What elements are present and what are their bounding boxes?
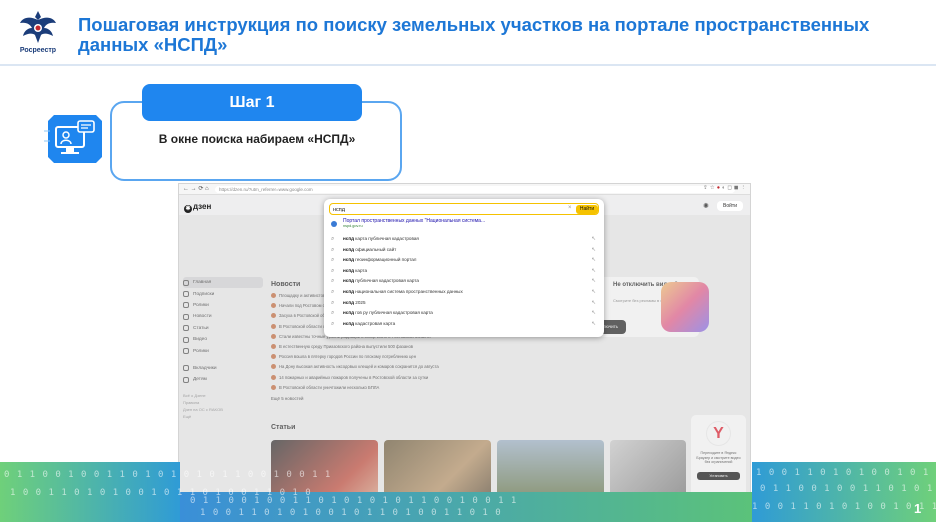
eagle-emblem-icon xyxy=(20,11,56,43)
search-icon: ⌕ xyxy=(331,288,335,295)
login-button[interactable]: Войти xyxy=(717,201,743,211)
step-badge: Шаг 1 xyxy=(142,84,362,121)
suggestion-item[interactable]: ⌕ нспд геоинформационный портал ↖ xyxy=(329,255,599,266)
arrow-up-left-icon[interactable]: ↖ xyxy=(591,308,596,319)
suggestion-item[interactable]: ⌕ нспд гов ру публичная кадастровая карта… xyxy=(329,308,599,319)
suggestion-completion: карта xyxy=(354,267,368,273)
search-input[interactable] xyxy=(333,205,563,214)
search-icon: ⌕ xyxy=(331,320,335,327)
rosreestr-logo: Росреестр xyxy=(12,8,64,58)
suggestion-completion: национальная система пространственных да… xyxy=(354,288,463,294)
search-icon: ⌕ xyxy=(331,278,335,285)
page-number: 1 xyxy=(914,501,922,516)
suggestion-item[interactable]: ⌕ нспд карта публичная кадастровая ↖ xyxy=(329,234,599,245)
suggestion-query: нспд xyxy=(343,299,355,305)
suggestion-query: нспд xyxy=(343,288,355,294)
suggestion-query: нспд xyxy=(343,246,355,252)
arrow-up-left-icon[interactable]: ↖ xyxy=(591,255,596,266)
search-icon: ⌕ xyxy=(331,299,335,306)
footer-decoration: 0 1 1 0 0 1 0 0 1 1 0 1 0 1 0 1 0 1 1 0 … xyxy=(0,462,936,522)
arrow-up-left-icon[interactable]: ↖ xyxy=(591,287,596,298)
suggestion-query: нспд xyxy=(343,267,355,273)
arrow-up-left-icon[interactable]: ↖ xyxy=(591,245,596,256)
binary-pattern: 0 1 1 0 0 1 0 0 1 1 0 1 0 1 0 1 0 1 1 0 … xyxy=(4,470,332,480)
binary-pattern: 0 1 1 0 0 1 0 0 1 1 0 1 0 1 0 1 0 1 1 0 … xyxy=(190,496,518,506)
suggestion-text: нспд гов ру публичная кадастровая карта xyxy=(343,308,433,319)
search-icon: ⌕ xyxy=(331,246,335,253)
suggestion-text: нспд кадастровая карта xyxy=(343,319,395,330)
arrow-up-left-icon[interactable]: ↖ xyxy=(591,266,596,277)
suggestion-completion: кадастровая карта xyxy=(354,320,396,326)
gear-icon[interactable]: ✺ xyxy=(703,202,709,210)
search-icon: ⌕ xyxy=(331,267,335,274)
top-suggestion[interactable]: Портал пространственных данных "Национал… xyxy=(329,218,599,232)
arrow-up-left-icon[interactable]: ↖ xyxy=(591,298,596,309)
suggestion-completion: карта публичная кадастровая xyxy=(354,236,419,241)
suggestion-query: нспд xyxy=(343,257,355,263)
suggestion-text: нспд национальная система пространственн… xyxy=(343,287,463,298)
suggestion-item[interactable]: ⌕ нспд карта ↖ xyxy=(329,266,599,277)
slide: Росреестр Пошаговая инструкция по поиску… xyxy=(0,0,936,522)
binary-pattern: 1 0 0 1 1 0 1 0 1 0 0 1 0 1 1 0 1 0 0 1 … xyxy=(752,502,936,512)
address-bar[interactable]: https://dzen.ru/?utm_referrer=www.google… xyxy=(215,186,735,193)
suggestion-item[interactable]: ⌕ нспд 2025 ↖ xyxy=(329,298,599,309)
browser-toolbar: ← → ⟳ ⌂ https://dzen.ru/?utm_referrer=ww… xyxy=(179,184,750,195)
globe-icon xyxy=(331,221,337,227)
browser-nav-icons[interactable]: ← → ⟳ ⌂ xyxy=(183,185,209,192)
suggestion-query: нспд xyxy=(343,320,355,326)
step-description: В окне поиска набираем «НСПД» xyxy=(158,132,356,146)
suggestion-query: нспд xyxy=(343,310,355,316)
suggestion-item[interactable]: ⌕ нспд официальный сайт ↖ xyxy=(329,245,599,256)
page-title: Пошаговая инструкция по поиску земельных… xyxy=(78,14,870,55)
arrow-up-left-icon[interactable]: ↖ xyxy=(591,276,596,287)
suggestion-completion: публичная кадастровая карта xyxy=(354,278,419,284)
search-icon: ⌕ xyxy=(331,257,335,264)
suggestion-text: нспд официальный сайт xyxy=(343,245,396,256)
suggestion-query: нспд xyxy=(343,236,355,241)
suggestion-item[interactable]: ⌕ нспд кадастровая карта ↖ xyxy=(329,319,599,330)
search-button[interactable]: Найти xyxy=(576,205,598,214)
arrow-up-left-icon[interactable]: ↖ xyxy=(591,234,596,245)
search-suggestions-panel: × Найти Портал пространственных данных "… xyxy=(324,199,604,337)
suggestion-completion: геоинформационный портал xyxy=(354,257,417,263)
logo-text: Росреестр xyxy=(19,47,57,54)
search-icon: ⌕ xyxy=(331,310,335,317)
dzen-logo-icon: ✱ xyxy=(184,205,192,213)
header-divider xyxy=(0,64,936,66)
binary-pattern: 1 0 0 1 1 0 1 0 1 0 0 1 0 1 1 0 1 0 0 1 … xyxy=(200,508,502,518)
suggestion-completion: 2025 xyxy=(354,299,366,305)
search-icon: ⌕ xyxy=(331,236,335,242)
dzen-logo[interactable]: ✱ дзен xyxy=(184,202,211,213)
suggestion-text: нспд публичная кадастровая карта xyxy=(343,276,419,287)
search-field[interactable]: × Найти xyxy=(329,203,599,215)
dzen-logo-text: дзен xyxy=(193,202,212,211)
suggestion-query: нспд xyxy=(343,278,355,284)
top-suggestion-title: Портал пространственных данных "Национал… xyxy=(343,218,486,224)
binary-pattern: 0 1 1 0 0 1 0 0 1 1 0 1 0 1 0 1 0 1 1 0 … xyxy=(760,484,936,494)
suggestion-text: нспд карта xyxy=(343,266,367,277)
suggestion-text: нспд карта публичная кадастровая xyxy=(343,234,419,245)
suggestion-text: нспд 2025 xyxy=(343,298,366,309)
suggestion-completion: официальный сайт xyxy=(354,246,397,252)
browser-extension-icons[interactable]: ⇪☆●◐◻◼⋮ xyxy=(703,185,748,191)
arrow-up-left-icon[interactable]: ↖ xyxy=(591,319,596,330)
top-suggestion-url: nspd.gov.ru xyxy=(343,224,363,228)
binary-pattern: 1 0 0 1 1 0 1 0 1 0 0 1 0 1 1 0 1 0 0 1 … xyxy=(756,468,936,478)
suggestion-list: ⌕ нспд карта публичная кадастровая ↖ ⌕ нспд… xyxy=(329,234,599,329)
suggestion-text: нспд геоинформационный портал xyxy=(343,255,416,266)
clear-icon[interactable]: × xyxy=(568,205,572,211)
suggestion-item[interactable]: ⌕ нспд национальная система пространствен… xyxy=(329,287,599,298)
suggestion-item[interactable]: ⌕ нспд публичная кадастровая карта ↖ xyxy=(329,276,599,287)
computer-chat-icon xyxy=(44,115,102,163)
suggestion-completion: гов ру публичная кадастровая карта xyxy=(354,310,433,316)
